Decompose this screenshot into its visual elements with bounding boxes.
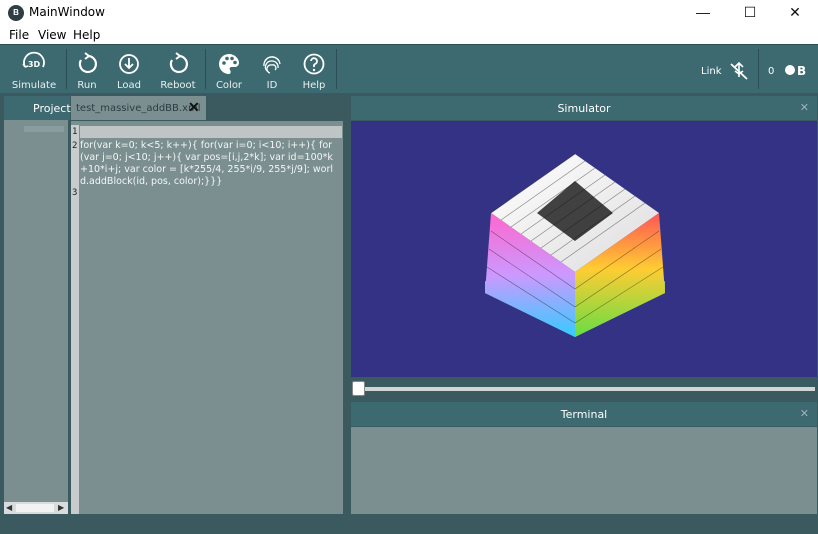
load-icon (119, 54, 139, 74)
load-label: Load (117, 80, 141, 91)
terminal-title: Terminal (560, 408, 608, 421)
terminal-header: Terminal ✕ (351, 402, 817, 426)
line-number-gutter (71, 125, 79, 514)
terminal-close-icon[interactable]: ✕ (800, 407, 809, 420)
palette-icon (219, 54, 239, 74)
menu-help[interactable]: Help (73, 28, 100, 42)
simulate-label: Simulate (11, 80, 57, 91)
id-button[interactable]: ID (256, 45, 288, 93)
app-icon: B (8, 5, 24, 21)
close-window-button[interactable]: ✕ (772, 0, 818, 25)
simulator-viewport[interactable] (351, 121, 817, 377)
link-label: Link (701, 66, 722, 77)
editor-tab[interactable]: test_massive_addBB.xml ✕ (71, 96, 206, 120)
toolbar-separator (205, 49, 206, 89)
projects-horizontal-scrollbar[interactable]: ◀ ▶ (4, 502, 68, 514)
blinky-blocks-icon: B (785, 64, 806, 78)
help-label: Help (302, 80, 326, 91)
run-icon (78, 52, 97, 74)
current-line-highlight (80, 126, 342, 138)
svg-text:B: B (797, 64, 806, 78)
toolbar-separator (66, 49, 67, 89)
projects-tab-label: Projects (33, 102, 77, 115)
window-title: MainWindow (29, 5, 105, 19)
minimize-button[interactable]: — (680, 0, 726, 25)
project-tree-item[interactable] (24, 126, 64, 132)
reboot-icon (169, 52, 188, 74)
simulator-header: Simulator ✕ (351, 96, 817, 120)
timeline-slider-handle[interactable] (352, 381, 365, 396)
scroll-thumb[interactable] (16, 504, 54, 512)
code-text[interactable]: for(var k=0; k<5; k++){ for(var i=0; i<1… (80, 140, 340, 188)
toolbar: 3D Simulate Run Load Reboot Color ID Hel… (0, 44, 818, 93)
simulator-title: Simulator (557, 102, 611, 115)
maximize-button[interactable]: ☐ (727, 0, 773, 25)
line-number: 2 (72, 141, 78, 151)
load-button[interactable]: Load (112, 45, 146, 93)
block-cube-render (485, 153, 665, 337)
scroll-right-icon[interactable]: ▶ (58, 503, 64, 512)
title-bar: B MainWindow — ☐ ✕ (0, 0, 818, 25)
menu-bar: File View Help (0, 25, 818, 44)
help-button[interactable]: Help (298, 45, 330, 93)
close-tab-icon[interactable]: ✕ (188, 99, 200, 116)
status-bar (0, 516, 818, 534)
block-count: 0 (768, 66, 775, 77)
line-number: 3 (72, 188, 78, 198)
timeline-slider-track[interactable] (355, 387, 815, 391)
simulate-button[interactable]: 3D Simulate (8, 45, 60, 93)
id-label: ID (266, 80, 278, 91)
simulate-3d-icon: 3D (22, 51, 45, 69)
editor-tab-label: test_massive_addBB.xml (76, 103, 201, 114)
fingerprint-icon (263, 56, 281, 74)
scroll-left-icon[interactable]: ◀ (6, 503, 12, 512)
line-number: 1 (72, 127, 78, 137)
projects-tab[interactable]: Projects (4, 96, 76, 120)
reboot-label: Reboot (160, 80, 196, 91)
usb-disconnected-icon[interactable] (728, 61, 750, 81)
reboot-button[interactable]: Reboot (158, 45, 198, 93)
color-button[interactable]: Color (212, 45, 246, 93)
toolbar-separator (336, 49, 337, 89)
color-label: Color (215, 80, 243, 91)
toolbar-separator (758, 49, 759, 89)
run-label: Run (77, 80, 97, 91)
help-icon (303, 53, 325, 75)
menu-view[interactable]: View (38, 28, 66, 42)
menu-file[interactable]: File (9, 28, 29, 42)
projects-panel (4, 96, 68, 514)
simulator-close-icon[interactable]: ✕ (800, 101, 809, 114)
svg-text:3D: 3D (28, 60, 41, 69)
terminal-output[interactable] (351, 427, 817, 514)
run-button[interactable]: Run (70, 45, 104, 93)
